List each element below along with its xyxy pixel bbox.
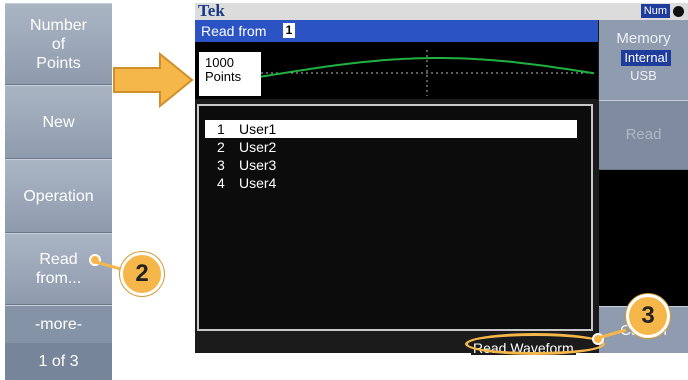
- callout-leaders: [95, 260, 627, 340]
- callout-2-badge: 2: [120, 252, 164, 296]
- callout-3-badge: 3: [626, 294, 670, 338]
